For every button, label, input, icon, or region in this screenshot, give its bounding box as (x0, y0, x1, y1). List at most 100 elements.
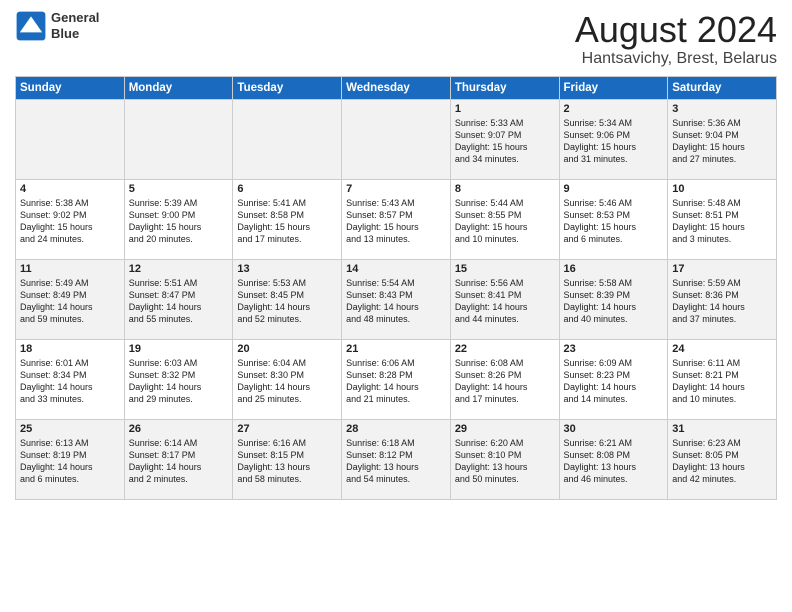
col-wednesday: Wednesday (342, 76, 451, 99)
day-info: Sunrise: 5:34 AM Sunset: 9:06 PM Dayligh… (564, 117, 664, 166)
table-row (342, 99, 451, 179)
day-number: 24 (672, 343, 772, 355)
day-number: 20 (237, 343, 337, 355)
day-info: Sunrise: 5:56 AM Sunset: 8:41 PM Dayligh… (455, 277, 555, 326)
calendar-week-row: 4 Sunrise: 5:38 AM Sunset: 9:02 PM Daylig… (16, 179, 777, 259)
location-title: Hantsavichy, Brest, Belarus (575, 50, 777, 68)
table-row (16, 99, 125, 179)
day-number: 19 (129, 343, 229, 355)
day-number: 26 (129, 423, 229, 435)
day-info: Sunrise: 6:04 AM Sunset: 8:30 PM Dayligh… (237, 357, 337, 406)
day-number: 8 (455, 183, 555, 195)
table-row: 29 Sunrise: 6:20 AM Sunset: 8:10 PM Dayli… (450, 419, 559, 499)
day-number: 27 (237, 423, 337, 435)
logo-icon (15, 10, 47, 42)
table-row: 26 Sunrise: 6:14 AM Sunset: 8:17 PM Dayli… (124, 419, 233, 499)
table-row: 18 Sunrise: 6:01 AM Sunset: 8:34 PM Dayli… (16, 339, 125, 419)
table-row (124, 99, 233, 179)
table-row: 2Sunrise: 5:34 AM Sunset: 9:06 PM Daylig… (559, 99, 668, 179)
logo: General Blue (15, 10, 99, 42)
day-number: 18 (20, 343, 120, 355)
month-title: August 2024 (575, 10, 777, 50)
day-number: 11 (20, 263, 120, 275)
table-row: 14 Sunrise: 5:54 AM Sunset: 8:43 PM Dayli… (342, 259, 451, 339)
day-number: 29 (455, 423, 555, 435)
day-info: Sunrise: 5:43 AM Sunset: 8:57 PM Dayligh… (346, 197, 446, 246)
day-number: 4 (20, 183, 120, 195)
day-number: 28 (346, 423, 446, 435)
day-info: Sunrise: 5:53 AM Sunset: 8:45 PM Dayligh… (237, 277, 337, 326)
table-row: 23Sunrise: 6:09 AM Sunset: 8:23 PM Dayli… (559, 339, 668, 419)
col-thursday: Thursday (450, 76, 559, 99)
day-number: 6 (237, 183, 337, 195)
table-row: 20 Sunrise: 6:04 AM Sunset: 8:30 PM Dayli… (233, 339, 342, 419)
table-row: 25 Sunrise: 6:13 AM Sunset: 8:19 PM Dayli… (16, 419, 125, 499)
title-block: August 2024 Hantsavichy, Brest, Belarus (575, 10, 777, 68)
calendar-week-row: 1 Sunrise: 5:33 AM Sunset: 9:07 PM Daylig… (16, 99, 777, 179)
day-info: Sunrise: 6:01 AM Sunset: 8:34 PM Dayligh… (20, 357, 120, 406)
day-info: Sunrise: 5:51 AM Sunset: 8:47 PM Dayligh… (129, 277, 229, 326)
day-info: Sunrise: 5:41 AM Sunset: 8:58 PM Dayligh… (237, 197, 337, 246)
table-row: 13 Sunrise: 5:53 AM Sunset: 8:45 PM Dayli… (233, 259, 342, 339)
table-row: 19Sunrise: 6:03 AM Sunset: 8:32 PM Dayli… (124, 339, 233, 419)
calendar-week-row: 11 Sunrise: 5:49 AM Sunset: 8:49 PM Dayli… (16, 259, 777, 339)
col-friday: Friday (559, 76, 668, 99)
col-monday: Monday (124, 76, 233, 99)
day-info: Sunrise: 5:54 AM Sunset: 8:43 PM Dayligh… (346, 277, 446, 326)
day-info: Sunrise: 6:14 AM Sunset: 8:17 PM Dayligh… (129, 437, 229, 486)
day-number: 13 (237, 263, 337, 275)
day-info: Sunrise: 5:44 AM Sunset: 8:55 PM Dayligh… (455, 197, 555, 246)
day-info: Sunrise: 5:49 AM Sunset: 8:49 PM Dayligh… (20, 277, 120, 326)
day-number: 14 (346, 263, 446, 275)
day-number: 9 (564, 183, 664, 195)
day-info: Sunrise: 6:06 AM Sunset: 8:28 PM Dayligh… (346, 357, 446, 406)
table-row: 16Sunrise: 5:58 AM Sunset: 8:39 PM Dayli… (559, 259, 668, 339)
table-row: 21 Sunrise: 6:06 AM Sunset: 8:28 PM Dayli… (342, 339, 451, 419)
day-info: Sunrise: 5:33 AM Sunset: 9:07 PM Dayligh… (455, 117, 555, 166)
calendar-week-row: 25 Sunrise: 6:13 AM Sunset: 8:19 PM Dayli… (16, 419, 777, 499)
table-row: 17Sunrise: 5:59 AM Sunset: 8:36 PM Dayli… (668, 259, 777, 339)
day-info: Sunrise: 6:13 AM Sunset: 8:19 PM Dayligh… (20, 437, 120, 486)
table-row: 31Sunrise: 6:23 AM Sunset: 8:05 PM Dayli… (668, 419, 777, 499)
table-row: 30Sunrise: 6:21 AM Sunset: 8:08 PM Dayli… (559, 419, 668, 499)
day-number: 21 (346, 343, 446, 355)
day-info: Sunrise: 6:16 AM Sunset: 8:15 PM Dayligh… (237, 437, 337, 486)
day-number: 30 (564, 423, 664, 435)
col-tuesday: Tuesday (233, 76, 342, 99)
calendar-table: Sunday Monday Tuesday Wednesday Thursday… (15, 76, 777, 500)
day-info: Sunrise: 5:36 AM Sunset: 9:04 PM Dayligh… (672, 117, 772, 166)
calendar-week-row: 18 Sunrise: 6:01 AM Sunset: 8:34 PM Dayli… (16, 339, 777, 419)
day-number: 1 (455, 103, 555, 115)
table-row: 22Sunrise: 6:08 AM Sunset: 8:26 PM Dayli… (450, 339, 559, 419)
day-number: 12 (129, 263, 229, 275)
day-info: Sunrise: 5:59 AM Sunset: 8:36 PM Dayligh… (672, 277, 772, 326)
day-number: 5 (129, 183, 229, 195)
table-row: 6 Sunrise: 5:41 AM Sunset: 8:58 PM Daylig… (233, 179, 342, 259)
day-number: 10 (672, 183, 772, 195)
table-row: 10Sunrise: 5:48 AM Sunset: 8:51 PM Dayli… (668, 179, 777, 259)
day-info: Sunrise: 5:39 AM Sunset: 9:00 PM Dayligh… (129, 197, 229, 246)
day-info: Sunrise: 6:09 AM Sunset: 8:23 PM Dayligh… (564, 357, 664, 406)
table-row: 27 Sunrise: 6:16 AM Sunset: 8:15 PM Dayli… (233, 419, 342, 499)
day-info: Sunrise: 6:20 AM Sunset: 8:10 PM Dayligh… (455, 437, 555, 486)
header: General Blue August 2024 Hantsavichy, Br… (15, 10, 777, 68)
day-info: Sunrise: 5:58 AM Sunset: 8:39 PM Dayligh… (564, 277, 664, 326)
calendar-header-row: Sunday Monday Tuesday Wednesday Thursday… (16, 76, 777, 99)
table-row: 4 Sunrise: 5:38 AM Sunset: 9:02 PM Daylig… (16, 179, 125, 259)
day-info: Sunrise: 5:38 AM Sunset: 9:02 PM Dayligh… (20, 197, 120, 246)
calendar-body: 1 Sunrise: 5:33 AM Sunset: 9:07 PM Daylig… (16, 99, 777, 499)
table-row: 7Sunrise: 5:43 AM Sunset: 8:57 PM Daylig… (342, 179, 451, 259)
day-number: 25 (20, 423, 120, 435)
day-number: 15 (455, 263, 555, 275)
table-row: 1 Sunrise: 5:33 AM Sunset: 9:07 PM Daylig… (450, 99, 559, 179)
table-row: 3Sunrise: 5:36 AM Sunset: 9:04 PM Daylig… (668, 99, 777, 179)
table-row: 5 Sunrise: 5:39 AM Sunset: 9:00 PM Daylig… (124, 179, 233, 259)
day-info: Sunrise: 6:08 AM Sunset: 8:26 PM Dayligh… (455, 357, 555, 406)
table-row: 15 Sunrise: 5:56 AM Sunset: 8:41 PM Dayli… (450, 259, 559, 339)
logo-text: General Blue (51, 10, 99, 41)
table-row: 28 Sunrise: 6:18 AM Sunset: 8:12 PM Dayli… (342, 419, 451, 499)
day-info: Sunrise: 5:46 AM Sunset: 8:53 PM Dayligh… (564, 197, 664, 246)
day-number: 31 (672, 423, 772, 435)
day-info: Sunrise: 6:18 AM Sunset: 8:12 PM Dayligh… (346, 437, 446, 486)
table-row: 24Sunrise: 6:11 AM Sunset: 8:21 PM Dayli… (668, 339, 777, 419)
